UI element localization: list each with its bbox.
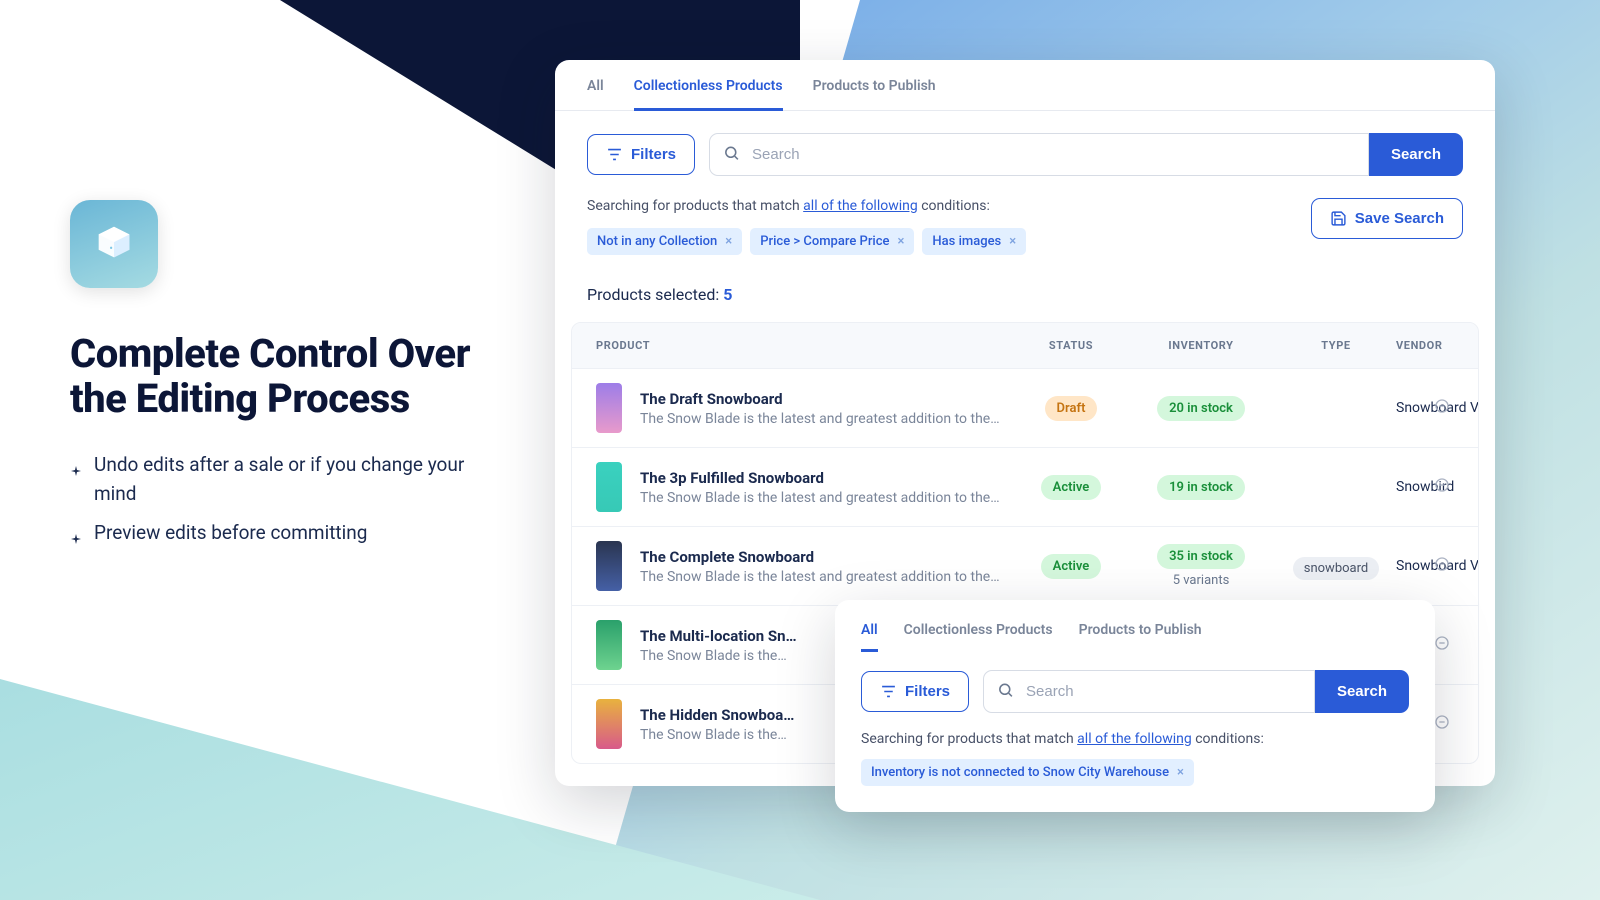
product-thumbnail — [596, 383, 622, 433]
search-icon — [997, 681, 1014, 702]
status-badge: Draft — [1045, 396, 1098, 421]
bullet-item: Undo edits after a sale or if you change… — [70, 450, 470, 509]
chip-remove-icon[interactable]: × — [1177, 765, 1184, 780]
product-thumbnail — [596, 620, 622, 670]
col-status: STATUS — [1016, 339, 1126, 352]
tab-collectionless-products[interactable]: Collectionless Products — [904, 622, 1053, 652]
table-header: PRODUCTSTATUSINVENTORYTYPEVENDOR — [572, 323, 1478, 368]
row-remove-icon[interactable] — [1434, 556, 1450, 576]
bullet-item: Preview edits before committing — [70, 518, 470, 553]
row-remove-icon[interactable] — [1434, 477, 1450, 497]
sparkle-icon — [70, 456, 82, 509]
filter-chip[interactable]: Price > Compare Price× — [750, 228, 914, 255]
product-desc: The Snow Blade is the latest and greates… — [640, 569, 1000, 585]
product-thumbnail — [596, 699, 622, 749]
filters-button[interactable]: Filters — [587, 134, 695, 175]
stock-badge: 20 in stock — [1157, 396, 1245, 421]
product-name: The Draft Snowboard — [640, 390, 1016, 408]
status-badge: Active — [1041, 475, 1102, 500]
col-vendor: VENDOR — [1396, 339, 1479, 352]
stock-badge: 35 in stock — [1157, 544, 1245, 569]
chip-remove-icon[interactable]: × — [1009, 234, 1016, 249]
status-badge: Active — [1041, 554, 1102, 579]
condition-link[interactable]: all of the following — [1077, 731, 1192, 747]
bullet-list: Undo edits after a sale or if you change… — [70, 450, 470, 554]
chip-remove-icon[interactable]: × — [725, 234, 732, 249]
search-button[interactable]: Search — [1369, 133, 1463, 176]
stock-badge: 19 in stock — [1157, 475, 1245, 500]
app-icon — [70, 200, 158, 288]
sparkle-icon — [70, 524, 82, 553]
filters-button[interactable]: Filters — [861, 671, 969, 712]
row-remove-icon[interactable] — [1434, 714, 1450, 734]
selected-count-line: Products selected: 5 — [555, 255, 1495, 316]
overlay-tabs: All Collectionless Products Products to Pu… — [861, 622, 1409, 652]
product-thumbnail — [596, 462, 622, 512]
tab-all[interactable]: All — [587, 78, 604, 110]
search-button[interactable]: Search — [1315, 670, 1409, 713]
filter-chip[interactable]: Has images× — [922, 228, 1026, 255]
main-tabs: All Collectionless Products Products to Pu… — [555, 60, 1495, 111]
main-chips: Not in any Collection× Price > Compare Pr… — [587, 228, 1291, 255]
overlay-toolbar: Filters Search — [861, 652, 1409, 713]
save-search-button[interactable]: Save Search — [1311, 198, 1463, 239]
col-product: PRODUCT — [596, 339, 1016, 352]
condition-sentence: Searching for products that match all of… — [587, 198, 1291, 214]
tab-all[interactable]: All — [861, 622, 878, 652]
chip-remove-icon[interactable]: × — [898, 234, 905, 249]
product-desc: The Snow Blade is the latest and greates… — [640, 490, 1000, 506]
filter-icon — [880, 683, 897, 700]
tab-products-to-publish[interactable]: Products to Publish — [1079, 622, 1202, 652]
search-input[interactable] — [709, 133, 1369, 176]
overlay-card: All Collectionless Products Products to Pu… — [835, 600, 1435, 812]
row-remove-icon[interactable] — [1434, 398, 1450, 418]
product-name: The Complete Snowboard — [640, 548, 1016, 566]
condition-link[interactable]: all of the following — [803, 198, 918, 214]
search-icon — [723, 144, 740, 165]
variant-count: 5 variants — [1126, 573, 1276, 588]
filter-chip[interactable]: Not in any Collection× — [587, 228, 742, 255]
overlay-chips: Inventory is not connected to Snow City … — [861, 759, 1409, 786]
marketing-panel: Complete Control Over the Editing Proces… — [70, 200, 470, 564]
filter-chip[interactable]: Inventory is not connected to Snow City … — [861, 759, 1194, 786]
product-desc: The Snow Blade is the latest and greates… — [640, 411, 1000, 427]
condition-sentence: Searching for products that match all of… — [861, 731, 1409, 747]
col-type: TYPE — [1276, 339, 1396, 352]
product-thumbnail — [596, 541, 622, 591]
tab-collectionless-products[interactable]: Collectionless Products — [634, 78, 783, 111]
col-inventory: INVENTORY — [1126, 339, 1276, 352]
search-input[interactable] — [983, 670, 1315, 713]
table-row[interactable]: The 3p Fulfilled Snowboard The Snow Blade… — [572, 447, 1478, 526]
table-row[interactable]: The Draft Snowboard The Snow Blade is the… — [572, 368, 1478, 447]
filters-label: Filters — [631, 146, 676, 163]
product-name: The 3p Fulfilled Snowboard — [640, 469, 1016, 487]
headline: Complete Control Over the Editing Proces… — [70, 332, 470, 422]
table-row[interactable]: The Complete Snowboard The Snow Blade is … — [572, 526, 1478, 605]
row-remove-icon[interactable] — [1434, 635, 1450, 655]
filter-icon — [606, 146, 623, 163]
main-toolbar: Filters Search — [555, 111, 1495, 176]
save-icon — [1330, 210, 1347, 227]
tab-products-to-publish[interactable]: Products to Publish — [813, 78, 936, 110]
type-pill: snowboard — [1293, 557, 1379, 580]
